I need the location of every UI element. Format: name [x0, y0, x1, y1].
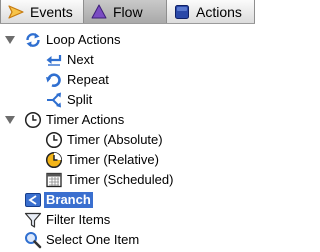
disclosure-triangle-icon[interactable]	[5, 115, 15, 125]
branch-icon	[25, 193, 41, 207]
split-arrows-icon	[47, 92, 61, 108]
loop-arrows-icon	[26, 33, 40, 47]
play-triangle-icon	[7, 3, 25, 21]
tree-item-label: Repeat	[67, 72, 109, 87]
tree-item-label: Timer (Scheduled)	[67, 172, 174, 187]
tree-group-timer-actions[interactable]: Timer Actions	[0, 110, 255, 130]
tree-item-label: Timer (Absolute)	[67, 132, 163, 147]
tab-flow-label: Flow	[113, 3, 143, 20]
tree-item-split[interactable]: Split	[0, 90, 255, 110]
tree-item-label: Timer (Relative)	[67, 152, 159, 167]
tab-actions-label: Actions	[196, 3, 242, 20]
tree-item-select-one-item[interactable]: Select One Item	[0, 230, 255, 250]
purple-triangle-icon	[90, 3, 108, 21]
funnel-icon	[24, 212, 42, 228]
tree-item-filter-items[interactable]: Filter Items	[0, 210, 255, 230]
clock-icon	[45, 131, 63, 149]
clock-icon	[24, 111, 42, 129]
return-arrow-icon	[46, 55, 62, 66]
tree-group-loop-actions[interactable]: Loop Actions	[0, 30, 255, 50]
magnifier-icon	[25, 232, 42, 249]
tree-item-timer-relative[interactable]: Timer (Relative)	[0, 150, 255, 170]
tab-events[interactable]: Events	[0, 0, 84, 23]
tree-group-label: Timer Actions	[46, 112, 125, 127]
tree-item-repeat[interactable]: Repeat	[0, 70, 255, 90]
tab-actions[interactable]: Actions	[167, 0, 255, 23]
repeat-circle-icon	[46, 73, 61, 87]
calendar-icon	[46, 172, 62, 188]
blue-square-icon	[173, 3, 191, 21]
tab-flow[interactable]: Flow	[84, 0, 167, 23]
tree-item-label: Split	[67, 92, 93, 107]
yellow-clock-icon	[45, 151, 63, 169]
disclosure-triangle-icon[interactable]	[5, 35, 15, 45]
tab-bar: Events Flow Actions	[0, 0, 255, 24]
tree-item-timer-scheduled[interactable]: Timer (Scheduled)	[0, 170, 255, 190]
tree-group-label: Loop Actions	[46, 32, 121, 47]
tree-item-label: Select One Item	[46, 232, 140, 247]
tree-item-label: Next	[67, 52, 94, 67]
tree-item-branch[interactable]: Branch	[0, 190, 255, 210]
tree-item-timer-absolute[interactable]: Timer (Absolute)	[0, 130, 255, 150]
tree-item-next[interactable]: Next	[0, 50, 255, 70]
tab-events-label: Events	[30, 3, 73, 20]
tree-item-label: Filter Items	[46, 212, 111, 227]
tree-item-label: Branch	[44, 192, 93, 208]
